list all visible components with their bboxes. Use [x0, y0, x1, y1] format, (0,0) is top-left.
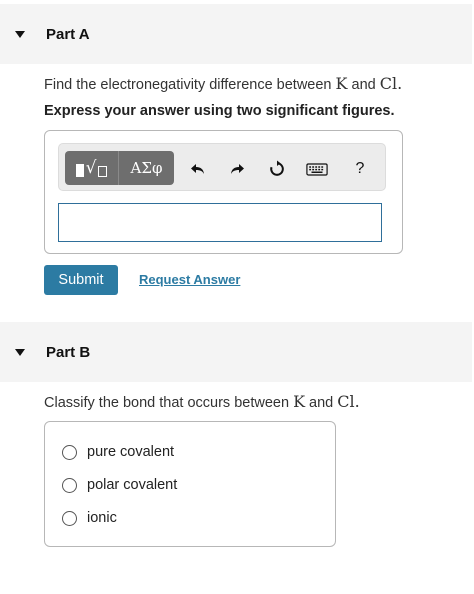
element-cl: Cl — [379, 74, 398, 93]
help-icon[interactable]: ? — [349, 158, 371, 180]
answer-input[interactable] — [58, 203, 382, 242]
option-label: pure covalent — [87, 444, 175, 460]
templates-button[interactable]: √ — [65, 151, 119, 185]
question-text: . — [354, 392, 360, 411]
option-label: ionic — [87, 510, 117, 526]
option-polar-covalent[interactable]: polar covalent — [62, 477, 177, 493]
keyboard-icon[interactable] — [304, 158, 330, 180]
caret-down-icon[interactable] — [15, 31, 25, 38]
radio-button[interactable] — [62, 510, 77, 526]
submit-button[interactable]: Submit — [44, 265, 118, 295]
radio-button[interactable] — [62, 444, 77, 460]
part-b-title: Part B — [46, 343, 91, 361]
question-text: and — [305, 395, 338, 411]
part-b-header[interactable]: Part B — [0, 322, 472, 382]
undo-icon[interactable] — [187, 158, 209, 180]
option-ionic[interactable]: ionic — [62, 510, 117, 526]
part-a-header[interactable]: Part A — [0, 4, 472, 64]
radio-button[interactable] — [62, 477, 77, 493]
part-a-title: Part A — [46, 25, 90, 43]
option-label: polar covalent — [87, 477, 178, 493]
question-text: Classify the bond that occurs between — [44, 395, 294, 411]
caret-down-icon[interactable] — [15, 349, 25, 356]
element-k: K — [293, 392, 306, 411]
math-toolbar: √ ΑΣφ ? — [58, 143, 386, 191]
request-answer-link[interactable]: Request Answer — [139, 272, 240, 287]
part-b-question: Classify the bond that occurs between K … — [44, 392, 360, 411]
reset-icon[interactable] — [266, 158, 288, 180]
answer-panel: √ ΑΣφ ? — [44, 130, 403, 254]
answer-instruction: Express your answer using two significan… — [44, 103, 395, 119]
question-text: and — [347, 77, 380, 93]
greek-symbols-button[interactable]: ΑΣφ — [119, 151, 174, 185]
element-k: K — [335, 74, 348, 93]
templates-icon: √ — [75, 159, 108, 177]
toolbar-button-group: √ ΑΣφ — [65, 151, 174, 185]
bond-options: pure covalent polar covalent ionic — [44, 421, 336, 547]
question-text: . — [397, 74, 403, 93]
part-a-question: Find the electronegativity difference be… — [44, 74, 402, 93]
element-cl: Cl — [337, 392, 355, 411]
option-pure-covalent[interactable]: pure covalent — [62, 444, 174, 460]
question-text: Find the electronegativity difference be… — [44, 77, 336, 93]
redo-icon[interactable] — [226, 158, 248, 180]
